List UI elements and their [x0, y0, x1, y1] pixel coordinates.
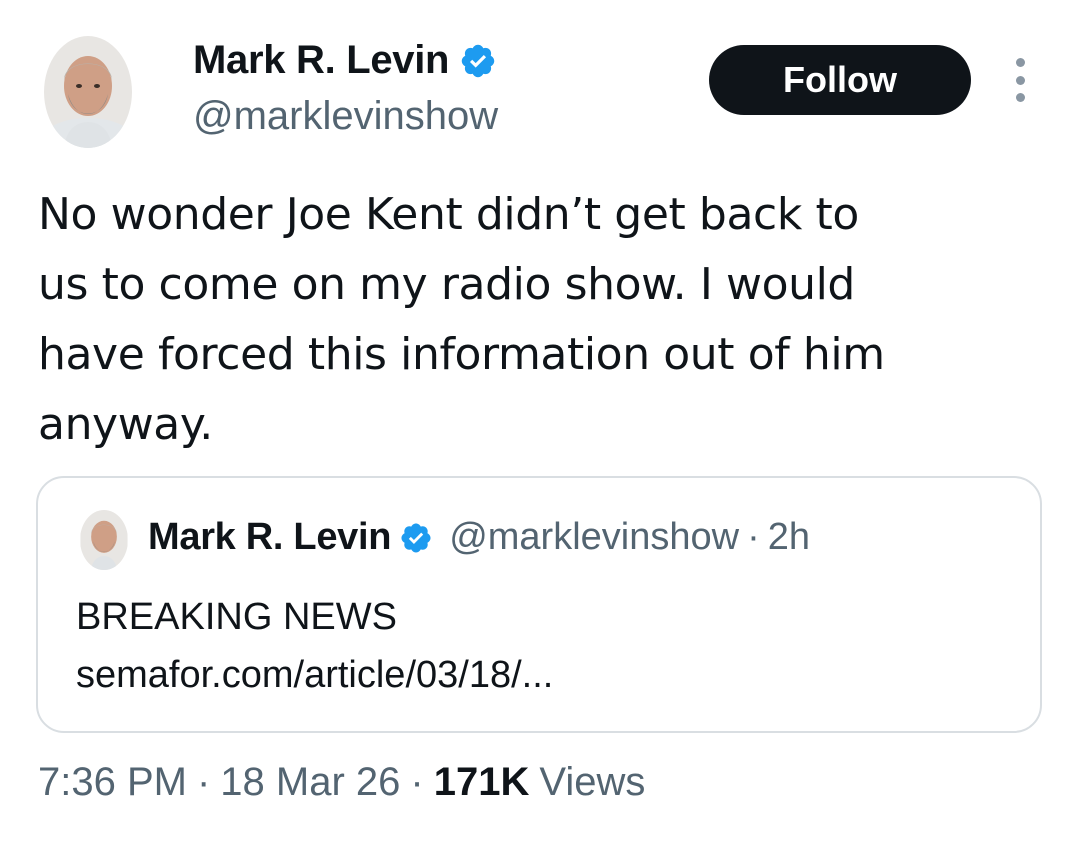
quote-author-handle: @marklevinshow [449, 516, 740, 558]
tweet-time[interactable]: 7:36 PM [38, 760, 187, 805]
separator-dot: · [747, 516, 760, 558]
avatar-photo [44, 36, 132, 148]
separator-dot: · [196, 760, 211, 804]
quote-headline: BREAKING NEWS [76, 596, 397, 638]
quote-author-avatar[interactable] [80, 510, 128, 570]
author-handle[interactable]: @marklevinshow [193, 94, 498, 139]
verified-badge-icon [401, 522, 431, 553]
tweet: Mark R. Levin @marklevinshow Follow No w… [0, 0, 1080, 843]
follow-button[interactable]: Follow [709, 45, 971, 115]
views-label: Views [539, 760, 646, 804]
author-name-row: Mark R. Levin [193, 38, 497, 83]
quote-header: Mark R. Levin @marklevinshow · 2h [148, 516, 810, 559]
quote-author-name: Mark R. Levin [148, 516, 392, 558]
quote-link[interactable]: semafor.com/article/03/18/... [76, 646, 553, 704]
quote-timestamp: 2h [767, 516, 811, 558]
tweet-date[interactable]: 18 Mar 26 [220, 760, 400, 805]
separator-dot: · [410, 760, 424, 804]
author-name[interactable]: Mark R. Levin [193, 38, 449, 83]
quote-text: BREAKING NEWS semafor.com/article/03/18/… [76, 588, 553, 704]
verified-badge-icon [461, 44, 495, 77]
more-options-icon[interactable] [1006, 58, 1034, 102]
author-avatar[interactable] [44, 36, 132, 148]
quoted-tweet-card[interactable]: Mark R. Levin @marklevinshow · 2h BREAKI… [36, 476, 1042, 733]
avatar-photo [80, 510, 128, 570]
tweet-meta: 7:36 PM · 18 Mar 26 · 171K Views [38, 760, 645, 805]
views-count[interactable]: 171K [434, 760, 530, 805]
tweet-text: No wonder Joe Kent didn’t get back to us… [38, 189, 885, 450]
